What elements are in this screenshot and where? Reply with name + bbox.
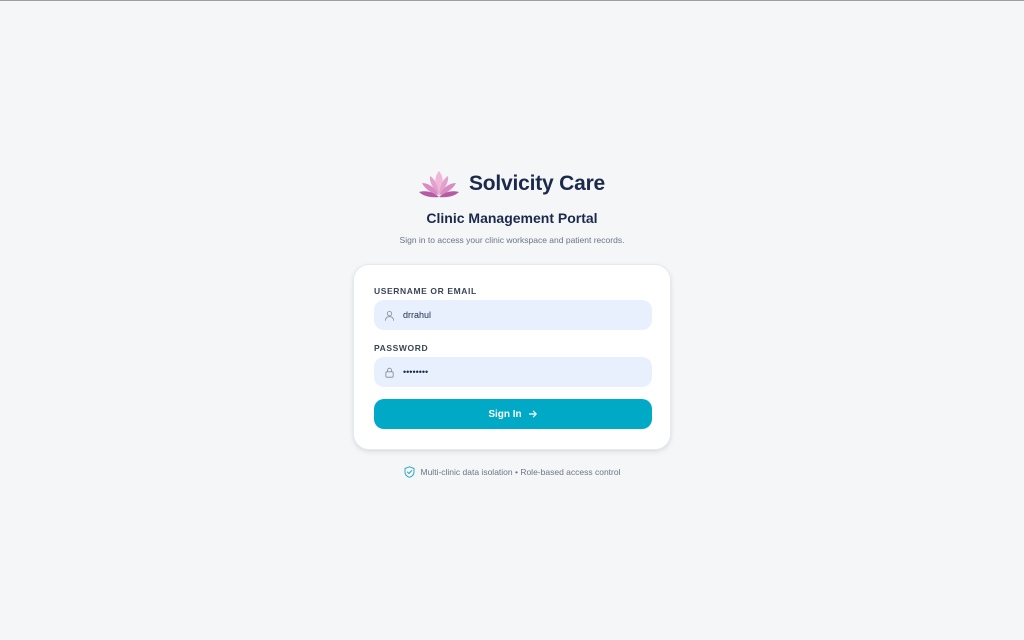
sign-in-button[interactable]: Sign In <box>374 399 652 429</box>
page-title: Clinic Management Portal <box>426 210 598 226</box>
username-label: USERNAME OR EMAIL <box>374 286 477 296</box>
sign-in-label: Sign In <box>488 408 522 420</box>
security-note: Multi-clinic data isolation • Role-based… <box>0 466 1024 478</box>
lotus-icon <box>418 171 459 198</box>
lock-icon <box>384 367 395 378</box>
security-note-text: Multi-clinic data isolation • Role-based… <box>420 467 621 477</box>
shield-check-icon <box>404 466 414 478</box>
password-input-wrapper[interactable] <box>374 357 652 387</box>
username-input-wrapper[interactable] <box>374 300 652 330</box>
password-label: PASSWORD <box>374 343 429 353</box>
page-subtitle: Sign in to access your clinic workspace … <box>399 235 625 245</box>
login-card: USERNAME OR EMAIL PASSWORD Sign In <box>353 264 671 450</box>
user-icon <box>384 310 395 321</box>
password-input[interactable] <box>403 362 643 382</box>
brand-header: Solvicity Care <box>0 169 1024 199</box>
brand-name: Solvicity Care <box>468 172 606 195</box>
arrow-right-icon <box>528 410 537 418</box>
username-input[interactable] <box>403 305 643 325</box>
